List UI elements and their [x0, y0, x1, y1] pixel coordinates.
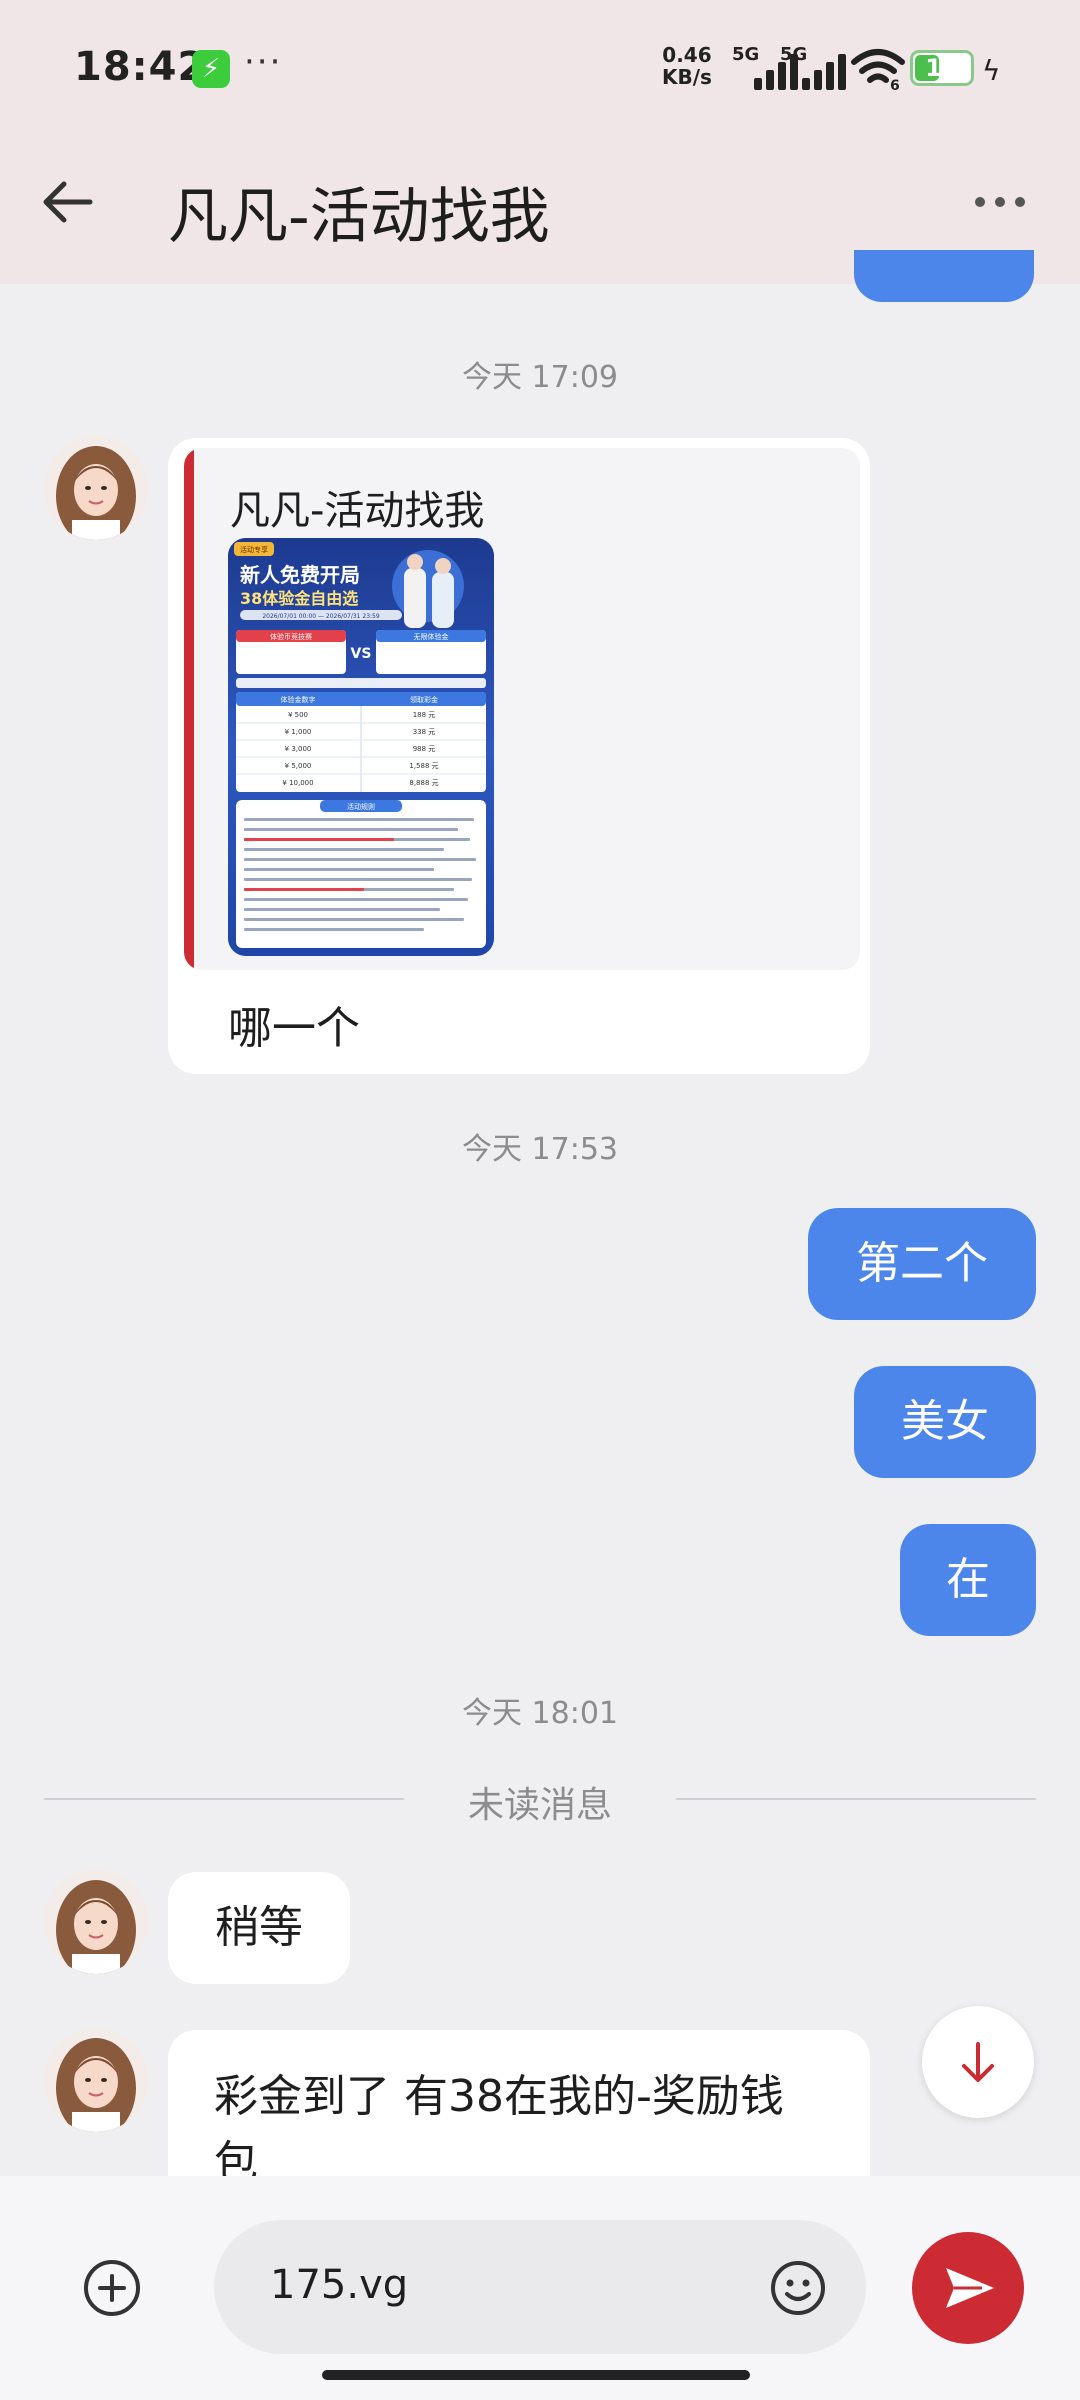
- svg-text:2026/07/01 00:00 — 2026/07/31: 2026/07/01 00:00 — 2026/07/31 23:59: [262, 613, 380, 620]
- battery-level: 11: [925, 54, 959, 82]
- send-icon: [946, 2268, 994, 2308]
- signal-icon-2: 5G: [780, 44, 860, 90]
- divider-line-right: [676, 1798, 1036, 1800]
- emoji-icon[interactable]: [768, 2258, 828, 2318]
- poster-table-cell: 988 元: [413, 745, 436, 753]
- status-time: 18:42: [74, 44, 207, 90]
- shared-card-title: 凡凡-活动找我: [230, 488, 485, 534]
- charging-app-icon: ⚡: [192, 50, 230, 88]
- chat-title: 凡凡-活动找我: [168, 182, 550, 252]
- poster-table-cell: 8,888 元: [409, 779, 438, 787]
- promo-poster-image[interactable]: 活动专享 新人免费开局 38体验金自由选 2026/07/01 00:00 — …: [228, 538, 494, 956]
- time-separator: 今天 18:01: [462, 1696, 618, 1731]
- wifi-sub-label: 6: [890, 78, 900, 90]
- svg-text:无限体验金: 无限体验金: [414, 632, 449, 641]
- svg-text:体验金数字: 体验金数字: [281, 695, 316, 704]
- poster-table-cell: ¥ 5,000: [285, 762, 312, 770]
- svg-text:VS: VS: [351, 646, 372, 662]
- arrow-down-icon: [962, 2042, 994, 2082]
- poster-table-cell: ¥ 500: [288, 711, 308, 719]
- network-speed-unit: KB/s: [662, 65, 712, 89]
- previous-outgoing-bubble: [854, 250, 1034, 302]
- svg-text:新人免费开局: 新人免费开局: [240, 563, 360, 587]
- share-card-accent-bar: [184, 448, 194, 970]
- poster-table-cell: 1,588 元: [409, 762, 438, 770]
- network-speed-value: 0.46: [662, 43, 712, 67]
- poster-table-cell: 338 元: [413, 728, 436, 736]
- back-arrow-icon[interactable]: [36, 170, 100, 234]
- more-icon[interactable]: [968, 180, 1032, 224]
- svg-text:活动规则: 活动规则: [347, 802, 375, 811]
- message-input-value: 175.vg: [270, 2262, 409, 2308]
- shared-card[interactable]: 凡凡-活动找我 活动专享 新人免费开局 38体验金自由选 2026/07/01 …: [184, 448, 860, 970]
- poster-table-cell: 188 元: [413, 711, 436, 719]
- message-bubble-outgoing[interactable]: 在: [900, 1524, 1036, 1636]
- poster-table-cell: ¥ 3,000: [285, 745, 312, 753]
- battery-icon: 11: [910, 50, 974, 86]
- svg-text:领取彩金: 领取彩金: [410, 695, 438, 704]
- time-separator: 今天 17:09: [462, 360, 618, 395]
- home-indicator: [322, 2370, 750, 2380]
- network-speed: 0.46 KB/s: [662, 44, 712, 88]
- charging-icon: ϟ: [982, 54, 1001, 87]
- unread-label: 未读消息: [467, 1785, 612, 1826]
- message-bubble-outgoing[interactable]: 第二个: [808, 1208, 1036, 1320]
- send-button[interactable]: [912, 2232, 1024, 2344]
- message-bubble-outgoing[interactable]: 美女: [854, 1366, 1036, 1478]
- status-more-dots: ···: [244, 42, 283, 82]
- svg-text:体验币竞技赛: 体验币竞技赛: [270, 632, 312, 641]
- top-bar: 18:42 ⚡ ··· 0.46 KB/s 5G 5G 6 11 ϟ 凡凡-活动…: [0, 0, 1080, 284]
- message-text-which-one: 哪一个: [228, 1003, 360, 1054]
- avatar[interactable]: [44, 2028, 148, 2132]
- svg-text:活动专享: 活动专享: [240, 545, 268, 554]
- avatar[interactable]: [44, 436, 148, 540]
- plus-circle-icon[interactable]: [80, 2256, 144, 2320]
- avatar[interactable]: [44, 1870, 148, 1974]
- poster-table-cell: ¥ 10,000: [282, 779, 313, 787]
- scroll-to-bottom-button[interactable]: [922, 2006, 1034, 2118]
- time-separator: 今天 17:53: [462, 1132, 618, 1167]
- message-bubble-incoming[interactable]: 稍等: [168, 1872, 350, 1984]
- svg-text:38体验金自由选: 38体验金自由选: [240, 589, 358, 608]
- composer-bar: 175.vg: [0, 2176, 1080, 2400]
- message-input[interactable]: 175.vg: [214, 2220, 866, 2354]
- wifi-icon: 6: [851, 49, 905, 90]
- unread-divider: 未读消息: [44, 1776, 1036, 1826]
- poster-table-cell: ¥ 1,000: [285, 728, 312, 736]
